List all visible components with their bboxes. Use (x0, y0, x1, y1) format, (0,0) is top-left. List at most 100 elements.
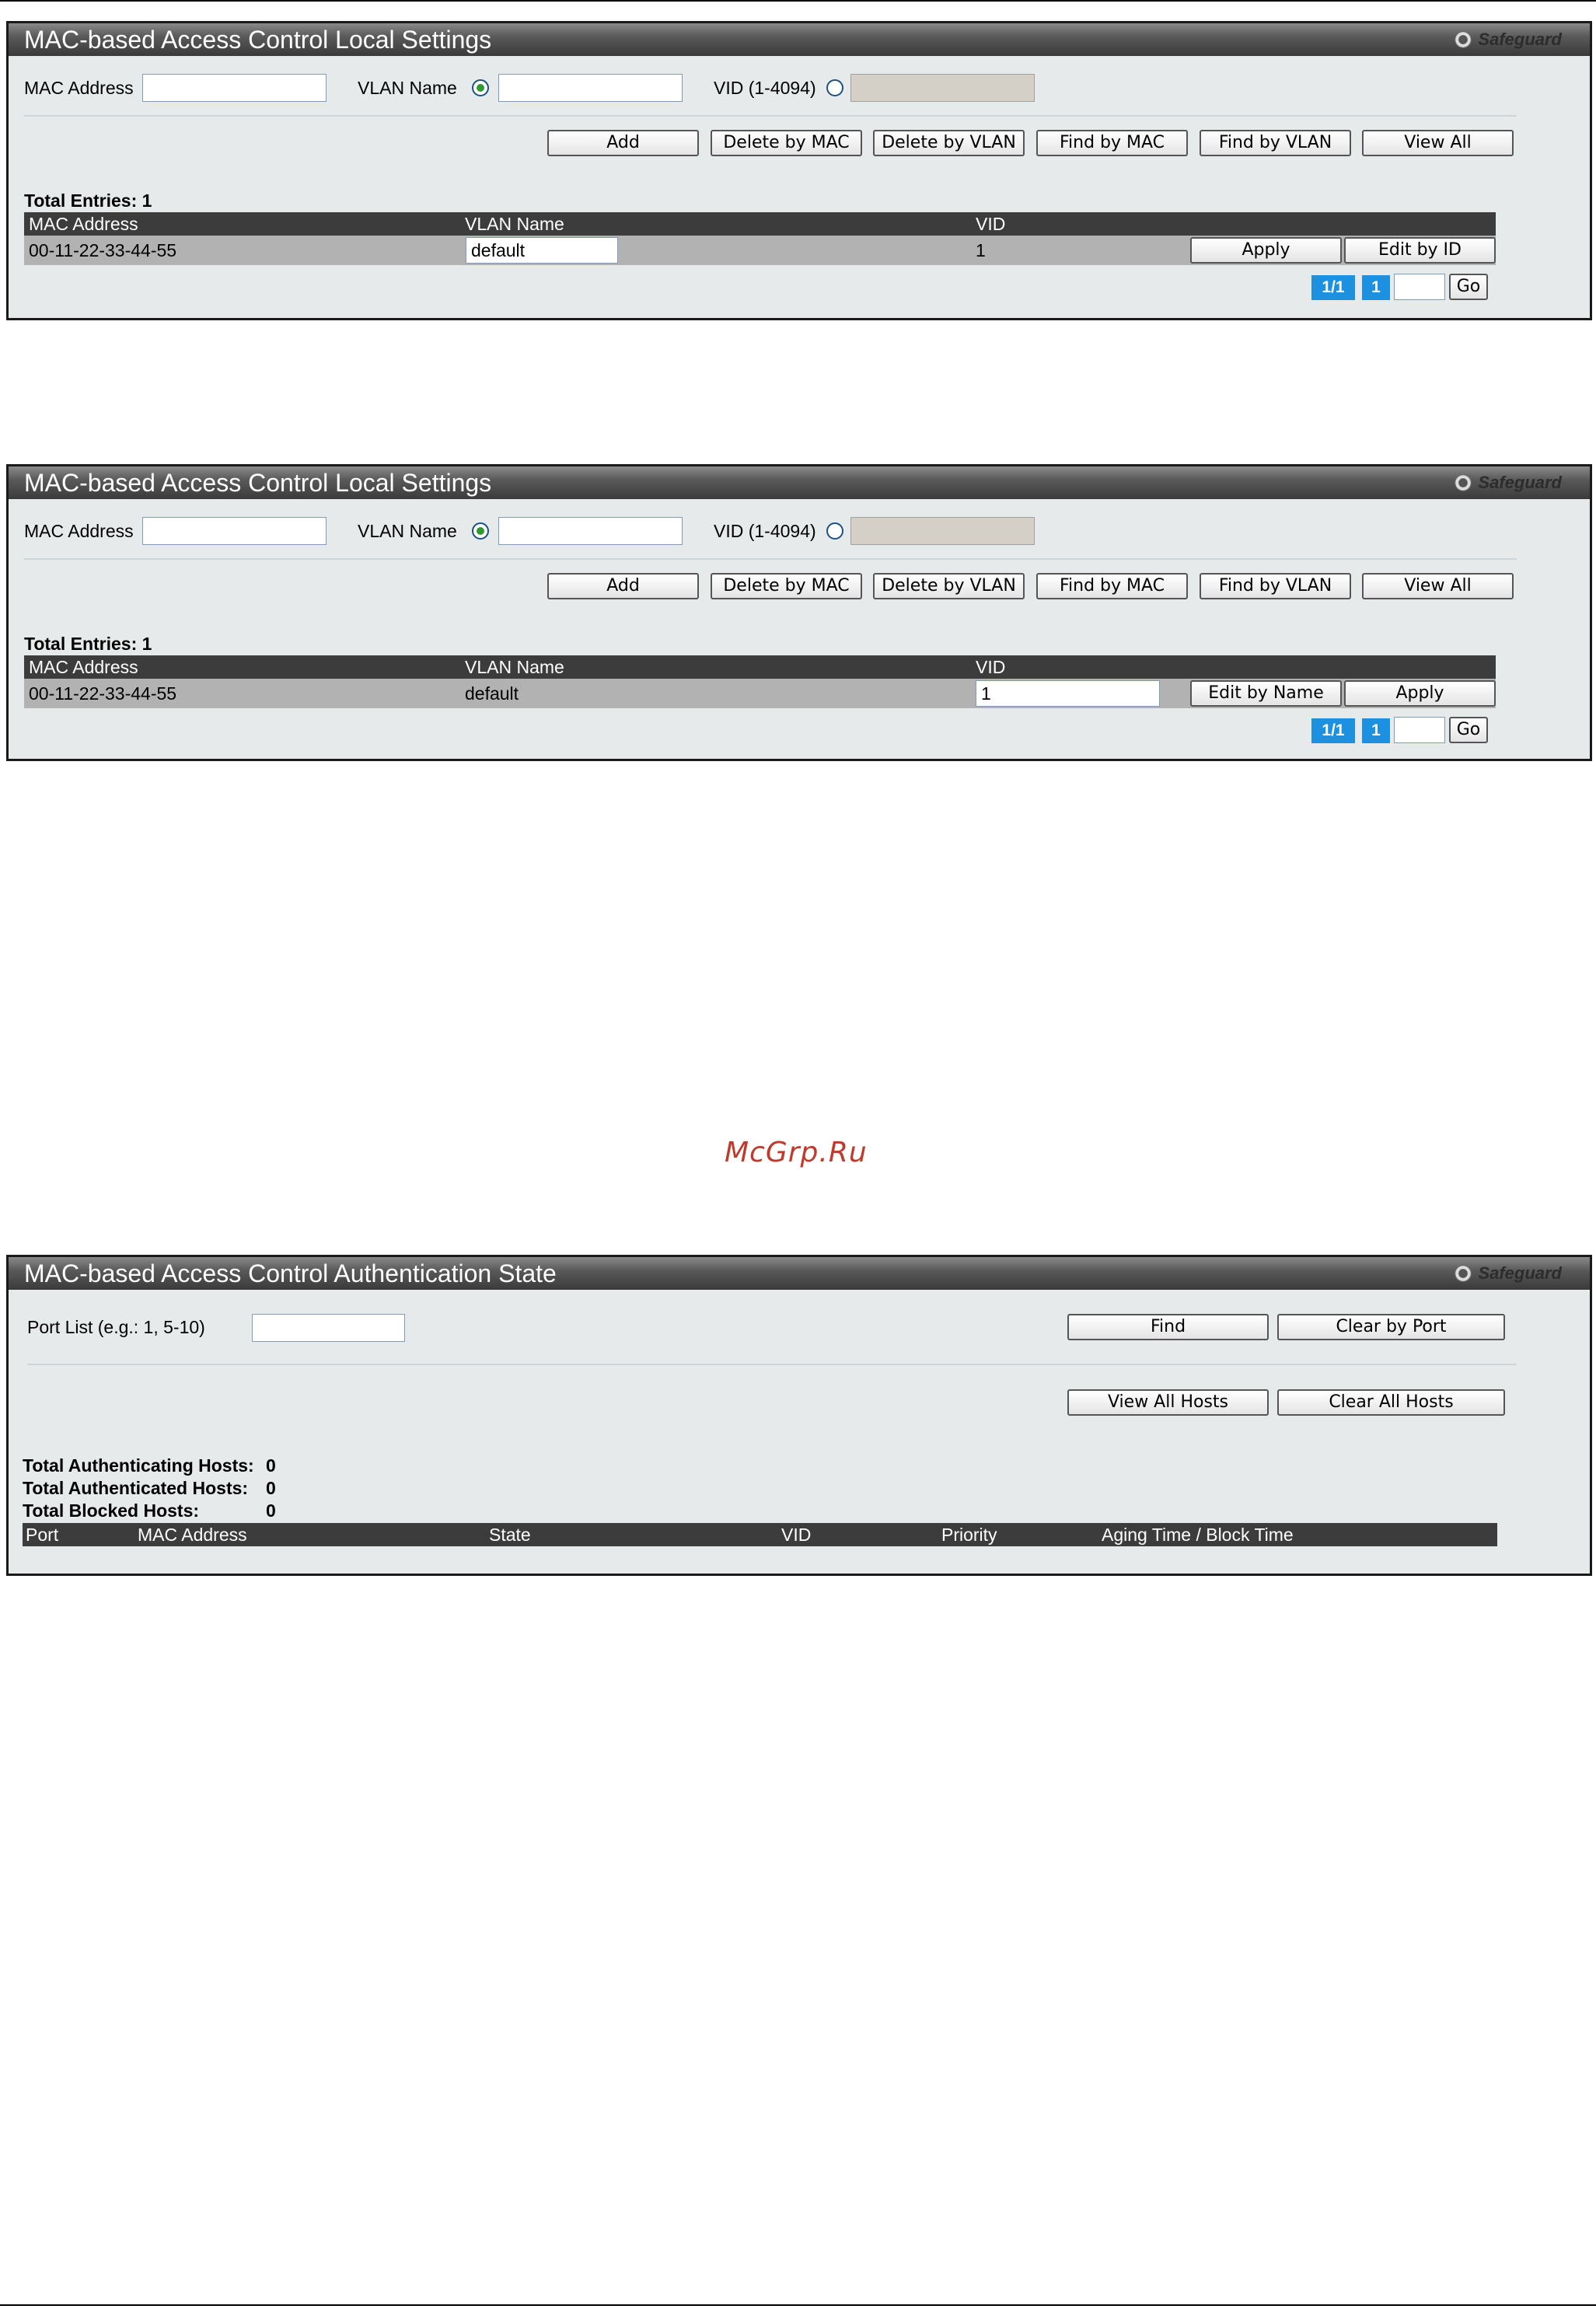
panel-title: MAC-based Access Control Authentication … (24, 1259, 557, 1287)
vid-radio[interactable] (826, 522, 843, 540)
panel-title-bar: MAC-based Access Control Local Settings … (9, 23, 1590, 56)
port-list-input[interactable] (252, 1314, 405, 1342)
col-port: Port (26, 1525, 59, 1545)
go-button[interactable]: Go (1449, 717, 1488, 743)
safeguard-indicator: Safeguard (1451, 1263, 1562, 1284)
clear-by-port-button[interactable]: Clear by Port (1277, 1314, 1505, 1340)
row-edit-by-name-button[interactable]: Edit by Name (1190, 680, 1342, 707)
divider (27, 1364, 1517, 1365)
col-mac-address: MAC Address (29, 214, 138, 234)
vlan-name-label: VLAN Name (358, 521, 457, 541)
top-rule (0, 0, 1596, 2)
page-number-link[interactable]: 1 (1362, 718, 1390, 743)
row-mac-address: 00-11-22-33-44-55 (29, 240, 177, 260)
page-jump-input[interactable] (1394, 717, 1445, 743)
row-vlan-name: default (465, 683, 519, 704)
col-vid: VID (781, 1525, 812, 1545)
local-settings-panel-edit-by-id: MAC-based Access Control Local Settings … (6, 464, 1592, 761)
panel-title-bar: MAC-based Access Control Authentication … (9, 1257, 1590, 1290)
stat-authenticated-value: 0 (266, 1478, 276, 1498)
panel-title: MAC-based Access Control Local Settings (24, 469, 492, 497)
vlan-name-label: VLAN Name (358, 78, 457, 98)
port-list-label: Port List (e.g.: 1, 5-10) (27, 1317, 205, 1337)
safeguard-icon (1455, 31, 1472, 48)
site-watermark: McGrp.Ru (725, 1137, 868, 1168)
authentication-state-panel: MAC-based Access Control Authentication … (6, 1255, 1592, 1576)
find-by-vlan-button[interactable]: Find by VLAN (1200, 573, 1351, 599)
safeguard-label: Safeguard (1478, 30, 1562, 49)
col-vlan-name: VLAN Name (465, 214, 564, 234)
panel-title-bar: MAC-based Access Control Local Settings … (9, 466, 1590, 499)
panel-title: MAC-based Access Control Local Settings (24, 26, 492, 54)
find-button[interactable]: Find (1067, 1314, 1269, 1340)
view-all-hosts-button[interactable]: View All Hosts (1067, 1389, 1269, 1416)
row-apply-button[interactable]: Apply (1190, 237, 1342, 264)
row-vid: 1 (976, 240, 986, 260)
stat-authenticated-label: Total Authenticated Hosts: (23, 1478, 249, 1498)
stat-blocked-label: Total Blocked Hosts: (23, 1500, 200, 1521)
page-info: 1/1 (1311, 718, 1355, 743)
divider (24, 115, 1517, 117)
vid-label: VID (1-4094) (714, 78, 816, 98)
safeguard-indicator: Safeguard (1451, 473, 1562, 493)
find-by-vlan-button[interactable]: Find by VLAN (1200, 130, 1351, 156)
col-vid: VID (976, 214, 1006, 234)
table-header: MAC Address VLAN Name VID (24, 655, 1496, 679)
col-aging-time: Aging Time / Block Time (1102, 1525, 1294, 1545)
col-priority: Priority (941, 1525, 997, 1545)
row-vid-input[interactable] (976, 680, 1160, 707)
col-vlan-name: VLAN Name (465, 657, 564, 677)
page-number-link[interactable]: 1 (1362, 275, 1390, 300)
delete-by-mac-button[interactable]: Delete by MAC (711, 573, 862, 599)
safeguard-label: Safeguard (1478, 1263, 1562, 1283)
bottom-rule (0, 2304, 1596, 2306)
delete-by-mac-button[interactable]: Delete by MAC (711, 130, 862, 156)
mac-address-label: MAC Address (24, 78, 134, 98)
view-all-button[interactable]: View All (1362, 130, 1514, 156)
clear-all-hosts-button[interactable]: Clear All Hosts (1277, 1389, 1505, 1416)
page-info: 1/1 (1311, 275, 1355, 300)
vlan-name-input[interactable] (498, 74, 683, 102)
vlan-name-input[interactable] (498, 517, 683, 545)
row-vlan-name-input[interactable] (466, 237, 618, 264)
row-apply-button[interactable]: Apply (1344, 680, 1496, 707)
page-jump-input[interactable] (1394, 274, 1445, 300)
vid-label: VID (1-4094) (714, 521, 816, 541)
table-header: MAC Address VLAN Name VID (24, 212, 1496, 236)
col-mac-address: MAC Address (138, 1525, 247, 1545)
vid-input[interactable] (850, 74, 1035, 102)
row-edit-by-id-button[interactable]: Edit by ID (1344, 237, 1496, 264)
add-button[interactable]: Add (547, 130, 699, 156)
col-mac-address: MAC Address (29, 657, 138, 677)
safeguard-icon (1455, 1265, 1472, 1282)
add-button[interactable]: Add (547, 573, 699, 599)
divider (24, 558, 1517, 560)
vlan-name-radio[interactable] (472, 79, 489, 96)
delete-by-vlan-button[interactable]: Delete by VLAN (873, 130, 1025, 156)
vid-radio[interactable] (826, 79, 843, 96)
mac-address-label: MAC Address (24, 521, 134, 541)
total-entries: Total Entries: 1 (24, 190, 152, 211)
delete-by-vlan-button[interactable]: Delete by VLAN (873, 573, 1025, 599)
safeguard-indicator: Safeguard (1451, 30, 1562, 50)
table-row: 00-11-22-33-44-55 default Edit by Name A… (24, 679, 1496, 708)
vlan-name-radio[interactable] (472, 522, 489, 540)
go-button[interactable]: Go (1449, 274, 1488, 300)
stat-authenticating-label: Total Authenticating Hosts: (23, 1455, 254, 1476)
table-row: 00-11-22-33-44-55 1 Apply Edit by ID (24, 236, 1496, 265)
col-vid: VID (976, 657, 1006, 677)
view-all-button[interactable]: View All (1362, 573, 1514, 599)
safeguard-icon (1455, 474, 1472, 491)
find-by-mac-button[interactable]: Find by MAC (1036, 130, 1188, 156)
table-header: Port MAC Address State VID Priority Agin… (23, 1523, 1497, 1546)
row-mac-address: 00-11-22-33-44-55 (29, 683, 177, 704)
safeguard-label: Safeguard (1478, 473, 1562, 492)
stat-authenticating-value: 0 (266, 1455, 276, 1476)
vid-input[interactable] (850, 517, 1035, 545)
local-settings-panel-edit-by-name: MAC-based Access Control Local Settings … (6, 21, 1592, 320)
stat-blocked-value: 0 (266, 1500, 276, 1521)
mac-address-input[interactable] (142, 517, 327, 545)
col-state: State (489, 1525, 531, 1545)
find-by-mac-button[interactable]: Find by MAC (1036, 573, 1188, 599)
mac-address-input[interactable] (142, 74, 327, 102)
